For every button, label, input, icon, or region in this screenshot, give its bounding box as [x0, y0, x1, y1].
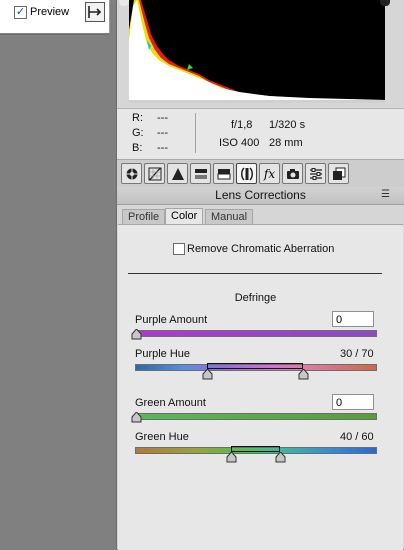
remove-ca-label: Remove Chromatic Aberration — [187, 243, 335, 255]
green-hue-left-thumb[interactable] — [226, 452, 237, 463]
panel-title: Lens Corrections — [215, 188, 306, 202]
purple-hue-value: 30 / 70 — [340, 348, 374, 360]
purple-hue-left-thumb[interactable] — [202, 369, 213, 380]
preview-checkbox[interactable]: ✓ — [14, 6, 27, 19]
green-amount-slider[interactable] — [135, 413, 377, 420]
histogram — [129, 0, 385, 103]
purple-hue-range — [207, 363, 303, 369]
presets-icon[interactable] — [305, 163, 326, 184]
detail-icon[interactable] — [167, 163, 188, 184]
split-toning-icon[interactable] — [213, 163, 234, 184]
purple-hue-label: Purple Hue — [135, 348, 191, 360]
remove-ca-checkbox[interactable] — [173, 243, 185, 255]
b-value: --- — [157, 142, 168, 154]
tab-profile[interactable]: Profile — [122, 209, 166, 224]
panel-toolbar: fx — [117, 159, 404, 188]
compare-views-icon[interactable] — [85, 2, 105, 22]
green-amount-input[interactable]: 0 — [332, 394, 374, 410]
tab-manual[interactable]: Manual — [205, 209, 254, 224]
purple-amount-thumb[interactable] — [131, 329, 142, 340]
info-divider — [195, 113, 196, 153]
histogram-scroll-marker-left[interactable] — [119, 0, 129, 6]
purple-amount-input[interactable]: 0 — [332, 311, 374, 327]
green-hue-right-thumb[interactable] — [275, 452, 286, 463]
camera-calibration-icon[interactable] — [282, 163, 303, 184]
green-hue-value: 40 / 60 — [340, 431, 374, 443]
shutter-speed: 1/320 s — [269, 119, 306, 131]
panel-menu-icon[interactable]: ☰ — [381, 189, 390, 200]
color-tab-content: Remove Chromatic Aberration Defringe Pur… — [118, 224, 403, 550]
preview-label: Preview — [30, 6, 70, 18]
hsl-icon[interactable] — [190, 163, 211, 184]
tone-curve-icon[interactable] — [144, 163, 165, 184]
r-label: R: — [132, 112, 143, 124]
r-value: --- — [157, 112, 168, 124]
snapshots-icon[interactable] — [328, 163, 349, 184]
b-label: B: — [132, 142, 143, 154]
green-amount-label: Green Amount — [135, 397, 206, 409]
green-hue-label: Green Hue — [135, 431, 189, 443]
aperture: f/1,8 — [231, 119, 253, 131]
effects-icon[interactable]: fx — [259, 163, 280, 184]
panel-title-bar: Lens Corrections ☰ — [117, 187, 404, 205]
tab-bar: Profile Color Manual — [117, 205, 404, 224]
purple-amount-slider[interactable] — [135, 330, 377, 337]
purple-hue-right-thumb[interactable] — [298, 369, 309, 380]
iso: ISO 400 — [219, 137, 260, 149]
divider — [0, 34, 109, 35]
histogram-scroll-marker-right[interactable] — [380, 0, 390, 6]
purple-amount-label: Purple Amount — [135, 314, 208, 326]
defringe-title: Defringe — [234, 292, 277, 304]
focal-length: 28 mm — [269, 137, 303, 149]
section-divider — [128, 273, 382, 274]
lens-corrections-icon[interactable] — [236, 163, 257, 184]
tab-color[interactable]: Color — [165, 208, 204, 224]
green-hue-range — [231, 446, 280, 452]
g-label: G: — [132, 127, 144, 139]
green-amount-thumb[interactable] — [131, 412, 142, 423]
basic-icon[interactable] — [121, 163, 142, 184]
histogram-info: R: --- G: --- B: --- f/1,8 1/320 s ISO 4… — [117, 108, 404, 159]
g-value: --- — [157, 127, 168, 139]
